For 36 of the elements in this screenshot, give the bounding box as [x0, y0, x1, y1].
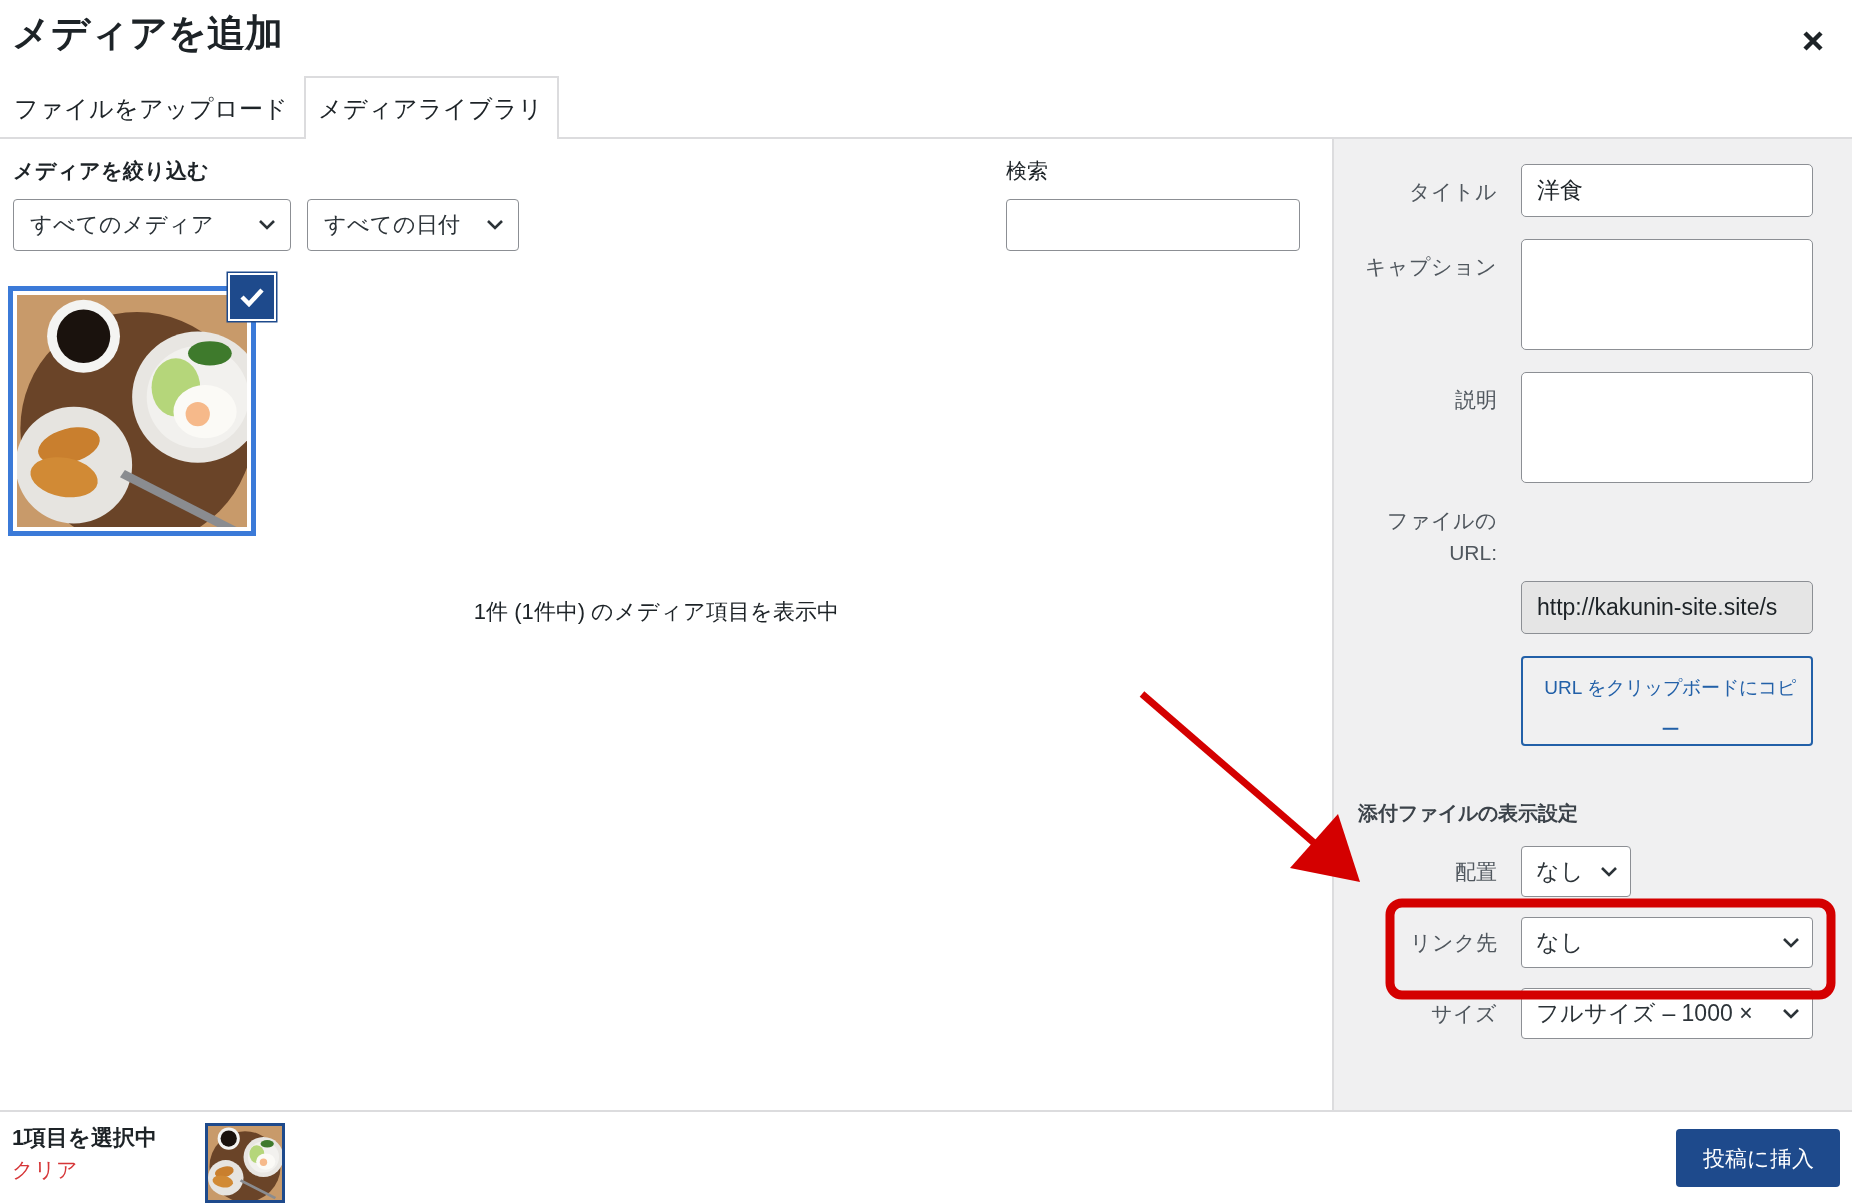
chevron-down-icon — [1600, 865, 1618, 878]
dropdown[interactable]: すべての日付 — [307, 198, 519, 251]
dropdown[interactable]: なし — [1521, 846, 1631, 897]
selection-count-text: 1項目を選択中 — [12, 1124, 158, 1152]
search-label: 検索 — [1006, 158, 1049, 184]
close-button[interactable] — [1802, 28, 1824, 52]
title-field[interactable]: 洋食 — [1521, 164, 1813, 217]
section-heading: 添付ファイルの表示設定 — [1358, 801, 1579, 826]
check-icon — [239, 286, 265, 307]
field-label: 説明 — [1454, 387, 1497, 413]
chevron-down-icon — [258, 218, 276, 231]
item-count-text: 1件 (1件中) のメディア項目を表示中 — [472, 597, 841, 626]
field-label: ファイルの URL: — [1386, 508, 1497, 566]
clear-link[interactable]: クリア — [12, 1154, 158, 1186]
dialog-title: メディアを追加 — [12, 14, 283, 52]
dropdown[interactable]: すべてのメディア — [13, 198, 291, 251]
chevron-down-icon — [1782, 1007, 1800, 1020]
checkbox[interactable] — [228, 272, 276, 321]
insert-button[interactable]: 投稿に挿入 — [1676, 1129, 1840, 1187]
search-field[interactable] — [1006, 198, 1300, 251]
tab[interactable]: ファイルをアップロード — [0, 76, 304, 139]
field-label: キャプション — [1364, 254, 1497, 280]
field-label: サイズ — [1430, 1000, 1497, 1027]
text-area-field[interactable] — [1521, 239, 1813, 350]
url-field[interactable]: http://kakunin-site.site/s — [1521, 581, 1813, 634]
filter-label: メディアを絞り込む — [13, 158, 210, 184]
dropdown[interactable]: なし — [1521, 917, 1813, 968]
copy-url-button[interactable]: URL をクリップボードにコピー — [1521, 656, 1813, 746]
chevron-down-icon — [1782, 936, 1800, 949]
close-icon — [1802, 29, 1824, 52]
field-label: 配置 — [1454, 858, 1497, 885]
field-label: タイトル — [1408, 179, 1497, 205]
chevron-down-icon — [486, 218, 504, 231]
text-area-field[interactable] — [1521, 372, 1813, 483]
tab[interactable]: メディアライブラリ — [304, 76, 559, 139]
field-label: リンク先 — [1409, 929, 1497, 956]
